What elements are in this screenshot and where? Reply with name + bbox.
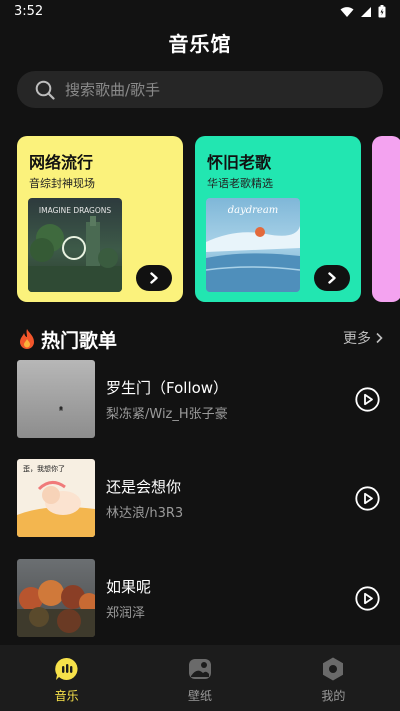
chevron-right-icon bbox=[328, 272, 336, 284]
cover-title: daydream bbox=[228, 205, 279, 216]
battery-icon bbox=[378, 5, 386, 18]
song-item[interactable]: 罗生门（Follow） 梨冻紧/Wiz_H张子豪 bbox=[17, 360, 383, 438]
card-cover-image: daydream bbox=[206, 198, 300, 292]
tab-label: 音乐 bbox=[54, 689, 79, 703]
tab-profile[interactable]: 我的 bbox=[267, 645, 400, 711]
card-go-button[interactable] bbox=[314, 265, 350, 291]
featured-card-network-pop[interactable]: 网络流行 音综封神现场 IMAGINE DRAGONS bbox=[17, 136, 183, 302]
chevron-right-icon bbox=[376, 332, 383, 344]
more-label: 更多 bbox=[343, 331, 371, 347]
hot-playlist-header: 热门歌单 更多 bbox=[17, 326, 383, 352]
song-artist: 梨冻紧/Wiz_H张子豪 bbox=[106, 407, 228, 422]
wifi-icon bbox=[340, 6, 354, 17]
song-cover-image: 歪，我想你了 bbox=[17, 459, 95, 537]
music-chat-icon bbox=[54, 657, 78, 680]
play-circle-icon[interactable] bbox=[355, 486, 380, 511]
tab-music[interactable]: 音乐 bbox=[0, 645, 133, 711]
song-title: 罗生门（Follow） bbox=[106, 379, 229, 397]
search-input[interactable] bbox=[65, 80, 345, 99]
bottom-tab-bar: 音乐 壁纸 我的 bbox=[0, 645, 400, 711]
signal-icon bbox=[361, 6, 371, 17]
card-title: 怀旧老歌 bbox=[207, 153, 272, 172]
featured-card-oldies[interactable]: 怀旧老歌 华语老歌精选 daydream bbox=[195, 136, 361, 302]
search-bar[interactable] bbox=[17, 71, 383, 108]
card-title: 网络流行 bbox=[29, 153, 94, 172]
status-time: 3:52 bbox=[14, 4, 44, 19]
status-bar: 3:52 bbox=[0, 0, 400, 24]
search-icon bbox=[35, 80, 55, 100]
song-cover-image bbox=[17, 360, 95, 438]
more-link[interactable]: 更多 bbox=[343, 328, 383, 348]
song-artist: 林达浪/h3R3 bbox=[106, 506, 184, 521]
page-title: 音乐馆 bbox=[168, 32, 232, 56]
song-cover-image bbox=[17, 559, 95, 637]
status-icons bbox=[340, 5, 386, 18]
song-item[interactable]: 如果呢 郑润泽 bbox=[17, 559, 383, 637]
card-subtitle: 华语老歌精选 bbox=[207, 177, 273, 190]
card-subtitle: 音综封神现场 bbox=[29, 177, 95, 190]
play-circle-icon[interactable] bbox=[355, 387, 380, 412]
wallpaper-icon bbox=[188, 659, 211, 679]
fire-icon bbox=[20, 329, 34, 349]
tab-label: 我的 bbox=[321, 689, 346, 703]
profile-hexagon-icon bbox=[323, 657, 344, 681]
cover-band-name: IMAGINE DRAGONS bbox=[39, 206, 111, 215]
chevron-right-icon bbox=[150, 272, 158, 284]
tab-label: 壁纸 bbox=[187, 689, 212, 703]
cover-caption: 歪，我想你了 bbox=[23, 464, 65, 473]
song-title: 还是会想你 bbox=[106, 478, 182, 496]
section-title: 热门歌单 bbox=[41, 330, 118, 352]
song-item[interactable]: 歪，我想你了 还是会想你 林达浪/h3R3 bbox=[17, 459, 383, 537]
play-circle-icon[interactable] bbox=[355, 586, 380, 611]
song-title: 如果呢 bbox=[106, 578, 152, 596]
tab-wallpaper[interactable]: 壁纸 bbox=[133, 645, 266, 711]
song-artist: 郑润泽 bbox=[106, 606, 146, 621]
featured-card-partial[interactable] bbox=[372, 136, 400, 302]
card-cover-image: IMAGINE DRAGONS bbox=[28, 198, 122, 292]
card-go-button[interactable] bbox=[136, 265, 172, 291]
